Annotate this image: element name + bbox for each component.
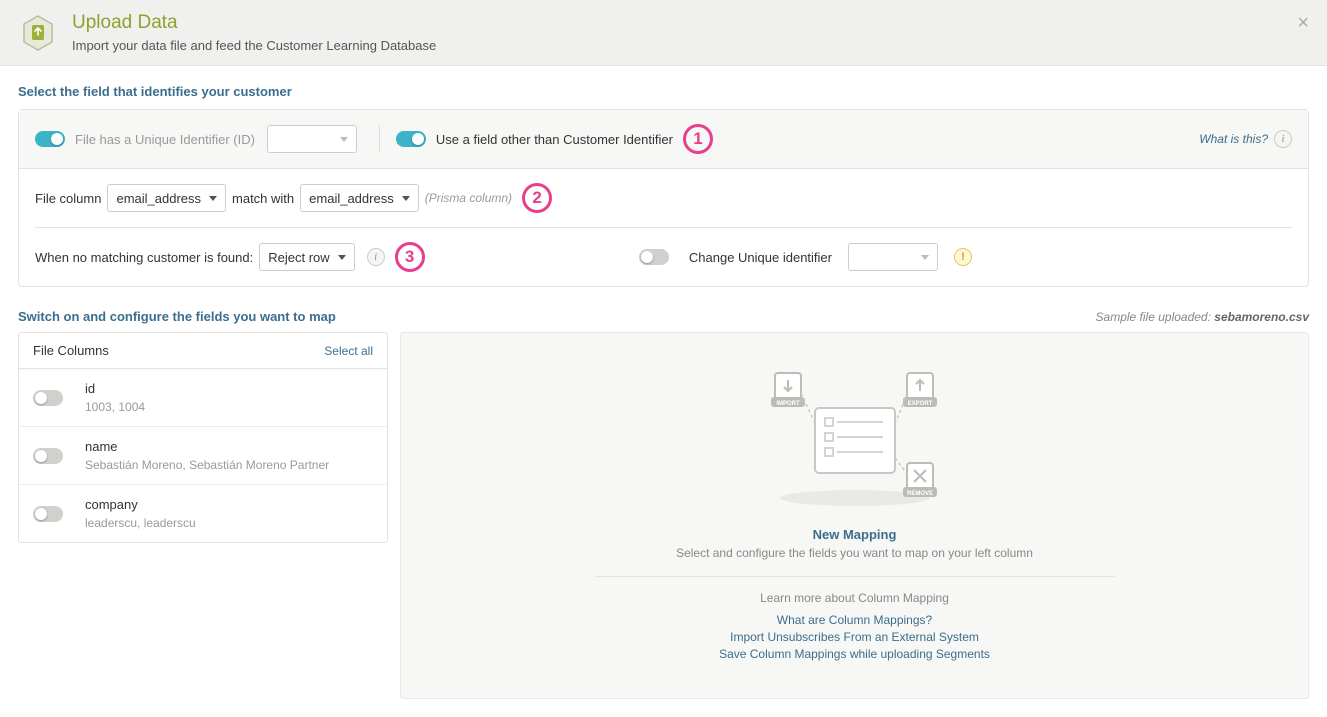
other-field-label: Use a field other than Customer Identifi… <box>436 132 673 147</box>
other-field-toggle[interactable] <box>396 131 426 147</box>
file-column-label: File column <box>35 191 101 206</box>
match-with-label: match with <box>232 191 294 206</box>
svg-text:IMPORT: IMPORT <box>776 401 800 407</box>
unique-id-label: File has a Unique Identifier (ID) <box>75 132 255 147</box>
change-uid-toggle[interactable] <box>639 249 669 265</box>
close-icon[interactable]: × <box>1297 12 1309 35</box>
learn-more-label: Learn more about Column Mapping <box>441 591 1268 605</box>
help-link[interactable]: Save Column Mappings while uploading Seg… <box>441 647 1268 661</box>
no-match-select[interactable]: Reject row <box>259 243 354 271</box>
no-match-label: When no matching customer is found: <box>35 250 253 265</box>
annotation-3: 3 <box>395 242 425 272</box>
annotation-2: 2 <box>522 183 552 213</box>
help-link[interactable]: Import Unsubscribes From an External Sys… <box>441 630 1268 644</box>
prisma-hint: (Prisma column) <box>425 191 512 205</box>
svg-text:EXPORT: EXPORT <box>907 401 932 407</box>
identity-section-title: Select the field that identifies your cu… <box>18 84 1309 99</box>
column-sample: leaderscu, leaderscu <box>85 516 196 530</box>
info-icon[interactable]: i <box>1274 130 1292 148</box>
mapping-illustration: IMPORT EXPORT REMOVE <box>755 363 955 513</box>
upload-icon <box>18 13 58 53</box>
file-column-row: company leaderscu, leaderscu <box>19 485 387 542</box>
mapping-section-title: Switch on and configure the fields you w… <box>18 309 336 324</box>
file-column-value: email_address <box>116 191 201 206</box>
select-all-link[interactable]: Select all <box>324 344 373 358</box>
empty-subtitle: Select and configure the fields you want… <box>441 546 1268 560</box>
unique-id-select[interactable] <box>267 125 357 153</box>
svg-text:REMOVE: REMOVE <box>906 491 932 497</box>
change-uid-select[interactable] <box>848 243 938 271</box>
prisma-column-value: email_address <box>309 191 394 206</box>
column-sample: Sebastián Moreno, Sebastián Moreno Partn… <box>85 458 329 472</box>
file-column-row: id 1003, 1004 <box>19 369 387 427</box>
no-match-value: Reject row <box>268 250 329 265</box>
column-toggle-name[interactable] <box>33 448 63 464</box>
column-name: company <box>85 497 196 512</box>
info-icon[interactable]: i <box>367 248 385 266</box>
empty-title: New Mapping <box>441 527 1268 542</box>
column-toggle-id[interactable] <box>33 390 63 406</box>
column-name: name <box>85 439 329 454</box>
page-subtitle: Import your data file and feed the Custo… <box>72 38 436 53</box>
annotation-1: 1 <box>683 124 713 154</box>
file-columns-title: File Columns <box>33 343 109 358</box>
file-column-row: name Sebastián Moreno, Sebastián Moreno … <box>19 427 387 485</box>
identity-panel: File has a Unique Identifier (ID) Use a … <box>18 109 1309 287</box>
page-header: Upload Data Import your data file and fe… <box>0 0 1327 66</box>
column-sample: 1003, 1004 <box>85 400 145 414</box>
change-uid-label: Change Unique identifier <box>689 250 832 265</box>
unique-id-toggle[interactable] <box>35 131 65 147</box>
file-column-select[interactable]: email_address <box>107 184 226 212</box>
prisma-column-select[interactable]: email_address <box>300 184 419 212</box>
divider <box>595 576 1115 577</box>
divider <box>379 125 380 153</box>
column-name: id <box>85 381 145 396</box>
what-is-this-link[interactable]: What is this? <box>1199 132 1268 146</box>
file-columns-panel: File Columns Select all id 1003, 1004 na… <box>18 332 388 543</box>
warning-icon[interactable]: ! <box>954 248 972 266</box>
column-toggle-company[interactable] <box>33 506 63 522</box>
page-title: Upload Data <box>72 12 436 34</box>
sample-file-info: Sample file uploaded: sebamoreno.csv <box>1096 310 1309 324</box>
mapping-empty-state: IMPORT EXPORT REMOVE <box>400 332 1309 699</box>
help-link[interactable]: What are Column Mappings? <box>441 613 1268 627</box>
